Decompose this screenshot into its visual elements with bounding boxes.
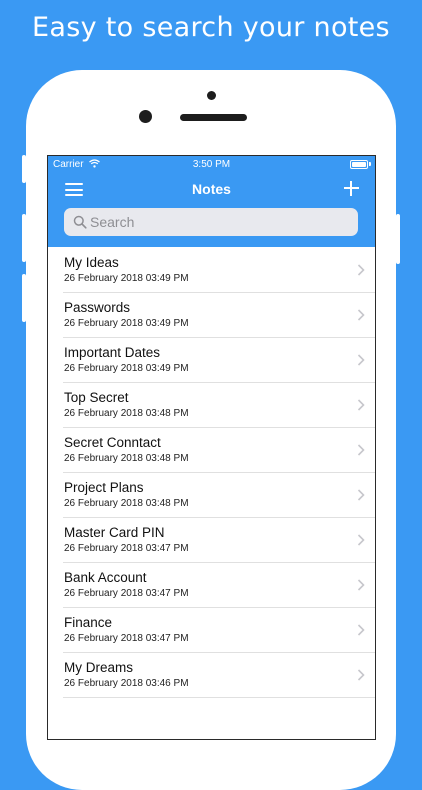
note-title: Top Secret — [64, 390, 129, 405]
note-date: 26 February 2018 03:49 PM — [64, 273, 189, 284]
note-date: 26 February 2018 03:49 PM — [64, 318, 189, 329]
notes-list: My Ideas 26 February 2018 03:49 PM Passw… — [48, 248, 375, 698]
note-row[interactable]: Important Dates 26 February 2018 03:49 P… — [63, 338, 375, 383]
status-time: 3:50 PM — [192, 159, 231, 170]
note-row[interactable]: Project Plans 26 February 2018 03:48 PM — [63, 473, 375, 518]
note-date: 26 February 2018 03:49 PM — [64, 363, 189, 374]
proximity-sensor — [139, 110, 152, 123]
note-title: Passwords — [64, 300, 131, 315]
add-note-plus-icon[interactable] — [344, 181, 359, 196]
search-input[interactable] — [90, 208, 350, 236]
note-row[interactable]: Secret Conntact 26 February 2018 03:48 P… — [63, 428, 375, 473]
note-date: 26 February 2018 03:48 PM — [64, 408, 189, 419]
note-date: 26 February 2018 03:47 PM — [64, 543, 189, 554]
chevron-right-icon — [357, 399, 365, 411]
page-title: Notes — [192, 181, 231, 197]
note-title: Finance — [64, 615, 113, 630]
note-date: 26 February 2018 03:48 PM — [64, 498, 189, 509]
phone-power-button — [396, 214, 400, 264]
note-row[interactable]: Passwords 26 February 2018 03:49 PM — [63, 293, 375, 338]
note-title: My Dreams — [64, 660, 134, 675]
front-camera — [207, 91, 216, 100]
note-row[interactable]: Master Card PIN 26 February 2018 03:47 P… — [63, 518, 375, 563]
note-date: 26 February 2018 03:46 PM — [64, 678, 189, 689]
status-bar: Carrier 3:50 PM — [48, 156, 375, 174]
search-bar[interactable] — [64, 208, 358, 236]
chevron-right-icon — [357, 624, 365, 636]
chevron-right-icon — [357, 579, 365, 591]
note-row[interactable]: Bank Account 26 February 2018 03:47 PM — [63, 563, 375, 608]
note-row[interactable]: Finance 26 February 2018 03:47 PM — [63, 608, 375, 653]
note-title: Project Plans — [64, 480, 144, 495]
note-title: Important Dates — [64, 345, 161, 360]
note-row[interactable]: Top Secret 26 February 2018 03:48 PM — [63, 383, 375, 428]
note-date: 26 February 2018 03:47 PM — [64, 588, 189, 599]
battery-cap — [369, 162, 371, 166]
chevron-right-icon — [357, 489, 365, 501]
chevron-right-icon — [357, 309, 365, 321]
note-title: Secret Conntact — [64, 435, 161, 450]
earpiece-speaker — [180, 114, 247, 121]
note-title: My Ideas — [64, 255, 119, 270]
note-date: 26 February 2018 03:47 PM — [64, 633, 189, 644]
battery-icon — [350, 160, 368, 169]
note-title: Master Card PIN — [64, 525, 165, 540]
chevron-right-icon — [357, 444, 365, 456]
marketing-headline: Easy to search your notes — [32, 12, 390, 43]
chevron-right-icon — [357, 669, 365, 681]
chevron-right-icon — [357, 534, 365, 546]
search-icon — [73, 215, 87, 229]
note-row[interactable]: My Dreams 26 February 2018 03:46 PM — [63, 653, 375, 698]
chevron-right-icon — [357, 354, 365, 366]
app-screen: Carrier 3:50 PM Notes My Id — [47, 155, 376, 740]
navigation-header: Carrier 3:50 PM Notes — [48, 156, 375, 247]
note-date: 26 February 2018 03:48 PM — [64, 453, 189, 464]
chevron-right-icon — [357, 264, 365, 276]
note-title: Bank Account — [64, 570, 147, 585]
note-row[interactable]: My Ideas 26 February 2018 03:49 PM — [63, 248, 375, 293]
